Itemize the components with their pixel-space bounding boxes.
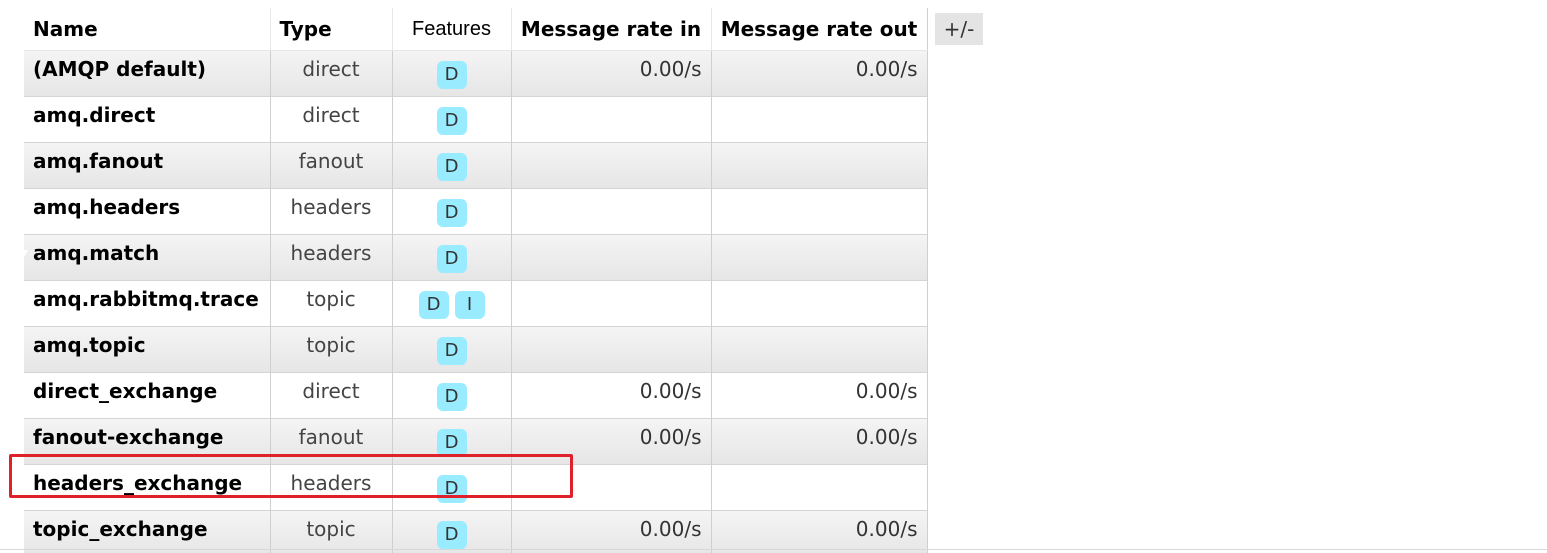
message-rate-out [711, 188, 928, 235]
message-rate-out [711, 464, 928, 511]
column-header-rate-out[interactable]: Message rate out [711, 8, 928, 51]
message-rate-out [711, 280, 928, 327]
exchange-features: D [392, 464, 512, 511]
exchanges-table: Name Type Features Message rate in Messa… [24, 8, 928, 553]
feature-badge: D [436, 61, 467, 89]
table-row: amq.rabbitmq.trace topic D I [24, 280, 928, 327]
exchange-features: D [392, 372, 512, 419]
message-rate-out: 0.00/s [711, 418, 928, 465]
exchange-type: direct [270, 372, 393, 419]
exchange-name-link[interactable]: amq.fanout [24, 142, 271, 189]
exchange-name-link[interactable]: amq.topic [24, 326, 271, 373]
table-row: (AMQP default) direct D 0.00/s 0.00/s [24, 50, 928, 97]
message-rate-in [511, 280, 712, 327]
table-row: amq.topic topic D [24, 326, 928, 373]
feature-badge: D [436, 521, 467, 549]
message-rate-in [511, 464, 712, 511]
column-header-rate-in[interactable]: Message rate in [511, 8, 712, 51]
exchange-name-link[interactable]: amq.rabbitmq.trace [24, 280, 271, 327]
message-rate-in: 0.00/s [511, 50, 712, 97]
exchange-features: D [392, 188, 512, 235]
message-rate-in [511, 142, 712, 189]
column-header-type[interactable]: Type [270, 8, 393, 51]
exchange-name-link[interactable]: amq.headers [24, 188, 271, 235]
table-row: headers_exchange headers D [24, 464, 928, 511]
message-rate-out: 0.00/s [711, 510, 928, 553]
exchange-type: headers [270, 234, 393, 281]
exchange-type: direct [270, 96, 393, 143]
exchange-type: topic [270, 326, 393, 373]
exchange-features: D [392, 142, 512, 189]
column-options-toggle[interactable]: +/- [935, 13, 983, 45]
exchange-name-link[interactable]: topic_exchange [24, 510, 271, 553]
table-row: amq.headers headers D [24, 188, 928, 235]
table-row: direct_exchange direct D 0.00/s 0.00/s [24, 372, 928, 419]
exchange-name-link[interactable]: headers_exchange [24, 464, 271, 511]
feature-badge: D [418, 291, 449, 319]
table-row: amq.direct direct D [24, 96, 928, 143]
feature-badge: D [436, 475, 467, 503]
exchange-type: topic [270, 280, 393, 327]
feature-badge: D [436, 429, 467, 457]
exchange-features: D [392, 418, 512, 465]
exchange-name-link[interactable]: (AMQP default) [24, 50, 271, 97]
message-rate-in [511, 96, 712, 143]
exchange-name-link[interactable]: direct_exchange [24, 372, 271, 419]
bottom-divider [0, 549, 1547, 550]
feature-badge: D [436, 153, 467, 181]
exchange-features: D [392, 326, 512, 373]
table-header-row: Name Type Features Message rate in Messa… [24, 8, 928, 51]
exchange-features: D [392, 50, 512, 97]
exchange-type: headers [270, 464, 393, 511]
exchange-type: fanout [270, 418, 393, 465]
message-rate-out [711, 96, 928, 143]
feature-badge: D [436, 245, 467, 273]
message-rate-out [711, 142, 928, 189]
exchange-type: headers [270, 188, 393, 235]
message-rate-in [511, 234, 712, 281]
message-rate-out [711, 326, 928, 373]
table-row: fanout-exchange fanout D 0.00/s 0.00/s [24, 418, 928, 465]
table-row: topic_exchange topic D 0.00/s 0.00/s [24, 510, 928, 553]
column-header-name[interactable]: Name [24, 8, 271, 51]
feature-badge: D [436, 199, 467, 227]
message-rate-in [511, 326, 712, 373]
exchange-type: direct [270, 50, 393, 97]
message-rate-in [511, 188, 712, 235]
exchange-name-link[interactable]: fanout-exchange [24, 418, 271, 465]
feature-badge: D [436, 383, 467, 411]
message-rate-in: 0.00/s [511, 418, 712, 465]
exchange-features: D [392, 96, 512, 143]
exchange-features: D [392, 510, 512, 553]
feature-badge: D [436, 337, 467, 365]
message-rate-in: 0.00/s [511, 372, 712, 419]
column-header-features: Features [392, 8, 512, 51]
exchange-features: DI [392, 280, 512, 327]
table-row: amq.match headers D [24, 234, 928, 281]
message-rate-out: 0.00/s [711, 372, 928, 419]
exchange-name-link[interactable]: amq.direct [24, 96, 271, 143]
message-rate-out [711, 234, 928, 281]
table-row: amq.fanout fanout D [24, 142, 928, 189]
feature-badge: I [454, 291, 485, 319]
exchange-type: fanout [270, 142, 393, 189]
feature-badge: D [436, 107, 467, 135]
exchange-features: D [392, 234, 512, 281]
exchange-name-link[interactable]: amq.match [24, 234, 271, 281]
message-rate-out: 0.00/s [711, 50, 928, 97]
exchanges-table-body: (AMQP default) direct D 0.00/s 0.00/s amq.dir… [24, 50, 928, 553]
message-rate-in: 0.00/s [511, 510, 712, 553]
exchange-type: topic [270, 510, 393, 553]
